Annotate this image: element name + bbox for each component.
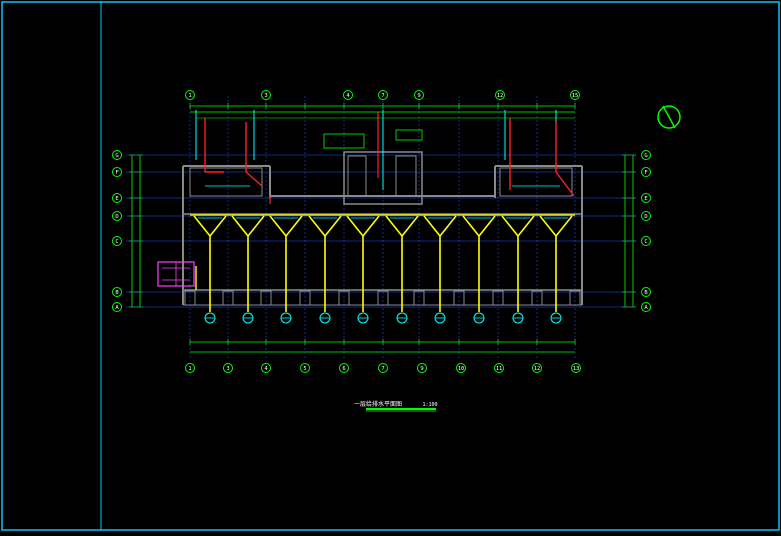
- drain-branch: [324, 215, 342, 237]
- axis-bubble-top-label: 7: [381, 93, 384, 99]
- axis-bubble-right-label: F: [644, 170, 647, 176]
- hot-water-riser: [245, 171, 263, 187]
- axis-bubble-top-label: 1: [188, 93, 191, 99]
- drain-branch: [555, 215, 573, 237]
- axis-bubble-bottom-label: 13: [573, 366, 580, 372]
- drawing-title-block: 一层给排水平面图 1:100: [354, 400, 438, 412]
- axis-bubble-right-label: D: [644, 214, 647, 220]
- drain-branch: [385, 215, 403, 237]
- drain-branch: [346, 215, 364, 237]
- drain-branch: [285, 215, 303, 237]
- cad-viewport[interactable]: 1 3 4 7 9 12 15 1 3 4 5 6 7 9 10 11 12 13 G G F F E E D D C C B B A A 一…: [0, 0, 781, 532]
- drain-branch: [439, 215, 457, 237]
- elevator-shaft: [395, 155, 417, 197]
- drain-branch: [231, 215, 249, 237]
- axis-bubble-bottom-label: 5: [303, 366, 306, 372]
- axis-bubble-bottom-label: 9: [420, 366, 423, 372]
- sheet-frame: [1, 1, 780, 531]
- drain-branch: [501, 215, 519, 237]
- drain-branch: [517, 215, 535, 237]
- axis-bubble-top-label: 9: [417, 93, 420, 99]
- axis-bubble-top-label: 3: [264, 93, 267, 99]
- axis-bubble-bottom-label: 7: [381, 366, 384, 372]
- hot-water-riser: [555, 171, 575, 197]
- axis-bubble-left-label: G: [115, 153, 118, 159]
- axis-bubble-right-label: C: [644, 239, 647, 245]
- drain-branch: [462, 215, 480, 237]
- pipe-network: [157, 110, 575, 324]
- axis-bubble-bottom-label: 12: [534, 366, 541, 372]
- drain-branch: [539, 215, 557, 237]
- axis-bubble-bottom-label: 11: [496, 366, 503, 372]
- axis-bubble-left-label: E: [115, 196, 118, 202]
- axis-bubble-bottom-label: 1: [188, 366, 191, 372]
- axis-bubble-left-label: D: [115, 214, 118, 220]
- axis-bubble-bottom-label: 3: [226, 366, 229, 372]
- north-arrow-icon: [657, 105, 681, 129]
- drain-branch: [478, 215, 496, 237]
- drawing-title: 一层给排水平面图: [354, 400, 402, 408]
- elevator-shaft: [347, 155, 367, 197]
- axis-bubble-bottom-label: 10: [458, 366, 465, 372]
- axis-grid: [126, 96, 636, 360]
- drain-branch: [209, 215, 227, 237]
- axis-bubble-left-label: F: [115, 170, 118, 176]
- drawing-scale: 1:100: [422, 402, 437, 408]
- floor-plan-drawing: 1 3 4 7 9 12 151 3 4 5 6 7 9 10 11 12 13G GF FE ED DC CB BA A 一…: [1, 1, 780, 531]
- drain-branch: [308, 215, 326, 237]
- axis-bubble-top-label: 12: [497, 93, 504, 99]
- drain-branch: [269, 215, 287, 237]
- axis-bubble-left-label: C: [115, 239, 118, 245]
- drain-branch: [362, 215, 380, 237]
- axis-bubbles: 1 3 4 7 9 12 151 3 4 5 6 7 9 10 11 12 13G GF FE ED DC CB BA A: [112, 90, 651, 373]
- drain-branch: [193, 215, 211, 237]
- axis-bubble-top-label: 15: [572, 93, 579, 99]
- equipment-tag: [395, 129, 423, 141]
- drain-branch: [401, 215, 419, 237]
- axis-bubble-right-label: G: [644, 153, 647, 159]
- drain-branch: [423, 215, 441, 237]
- axis-bubble-right-label: E: [644, 196, 647, 202]
- axis-bubble-bottom-label: 6: [342, 366, 345, 372]
- drain-branch: [247, 215, 265, 237]
